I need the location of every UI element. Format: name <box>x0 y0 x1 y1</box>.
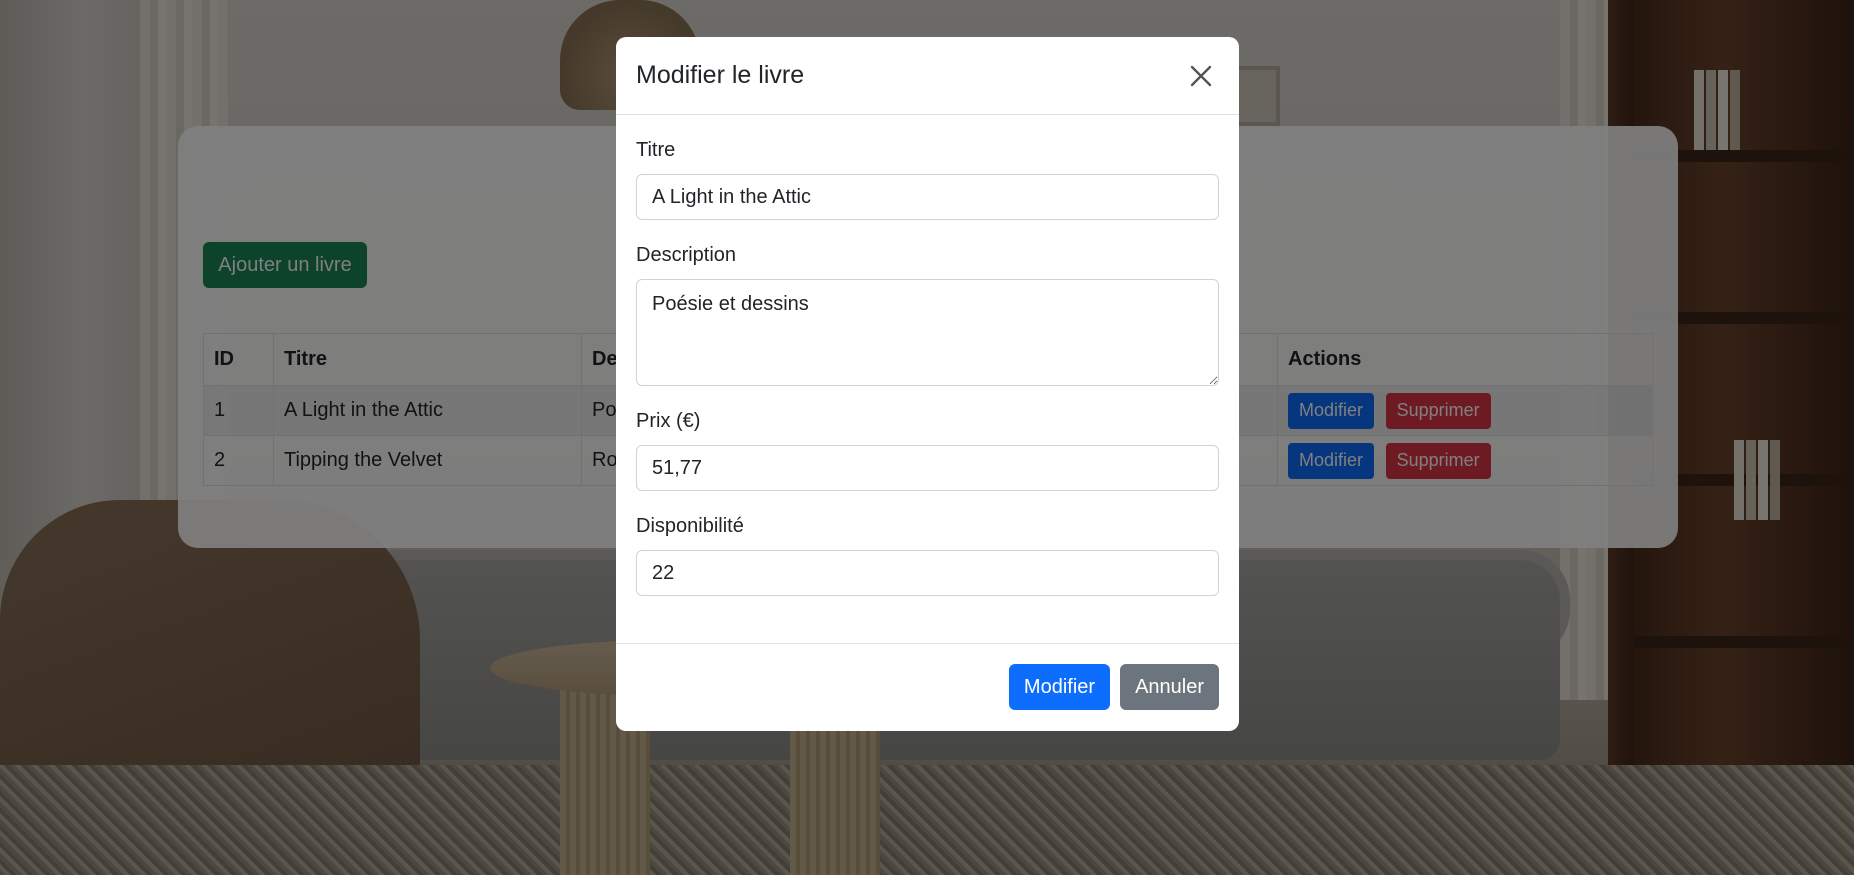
availability-input[interactable] <box>636 550 1219 596</box>
title-input[interactable] <box>636 174 1219 220</box>
submit-edit-button[interactable]: Modifier <box>1008 664 1111 710</box>
availability-field-group: Disponibilité <box>636 491 1219 596</box>
modal-footer: Modifier Annuler <box>616 644 1239 730</box>
modal-header: Modifier le livre <box>616 37 1239 115</box>
price-input[interactable] <box>636 445 1219 491</box>
description-field-group: Description Poésie et dessins <box>636 220 1219 386</box>
price-field-group: Prix (€) <box>636 386 1219 491</box>
edit-book-modal: Modifier le livre Titre Description Poés… <box>616 37 1239 731</box>
description-textarea[interactable]: Poésie et dessins <box>636 279 1219 386</box>
price-label: Prix (€) <box>636 410 701 432</box>
modal-body: Titre Description Poésie et dessins Prix… <box>616 115 1239 644</box>
description-label: Description <box>636 244 737 266</box>
title-label: Titre <box>636 139 676 161</box>
cancel-button[interactable]: Annuler <box>1120 664 1219 710</box>
title-field-group: Titre <box>636 115 1219 220</box>
modal-title: Modifier le livre <box>636 61 805 89</box>
availability-label: Disponibilité <box>636 515 744 537</box>
close-icon[interactable] <box>1183 58 1219 94</box>
